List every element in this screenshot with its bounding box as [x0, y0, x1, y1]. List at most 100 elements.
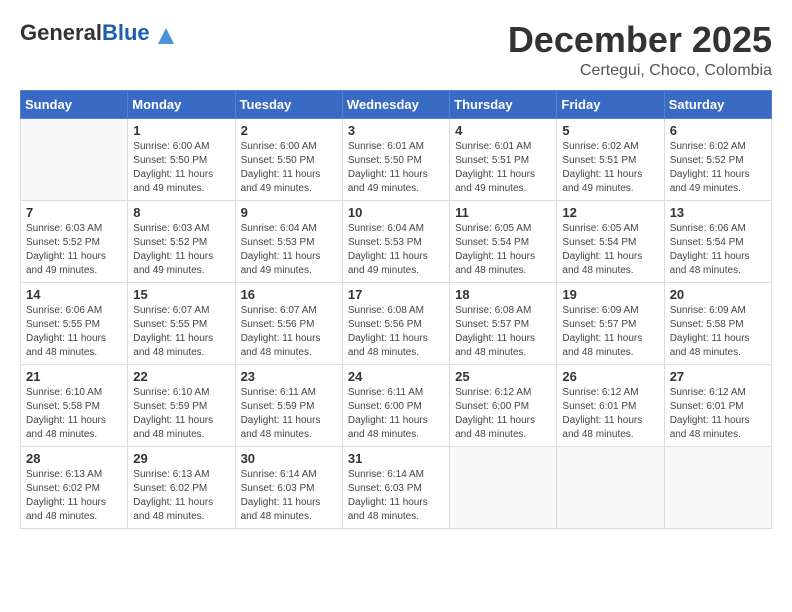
day-info: Sunrise: 6:07 AM Sunset: 5:56 PM Dayligh…	[241, 304, 337, 360]
calendar-cell: 18 Sunrise: 6:08 AM Sunset: 5:57 PM Dayli…	[450, 282, 557, 364]
calendar-cell: 9 Sunrise: 6:04 AM Sunset: 5:53 PM Daylig…	[235, 200, 342, 282]
calendar-cell: 6 Sunrise: 6:02 AM Sunset: 5:52 PM Daylig…	[664, 118, 771, 200]
day-number: 1	[133, 123, 229, 138]
calendar-cell: 26 Sunrise: 6:12 AM Sunset: 6:01 PM Dayli…	[557, 364, 664, 446]
day-info: Sunrise: 6:08 AM Sunset: 5:56 PM Dayligh…	[348, 304, 444, 360]
day-number: 16	[241, 287, 337, 302]
calendar-header-monday: Monday	[128, 90, 235, 118]
calendar-cell: 14 Sunrise: 6:06 AM Sunset: 5:55 PM Dayli…	[21, 282, 128, 364]
day-info: Sunrise: 6:03 AM Sunset: 5:52 PM Dayligh…	[26, 222, 122, 278]
day-info: Sunrise: 6:06 AM Sunset: 5:54 PM Dayligh…	[670, 222, 766, 278]
calendar-cell	[450, 446, 557, 528]
calendar-week-2: 7 Sunrise: 6:03 AM Sunset: 5:52 PM Daylig…	[21, 200, 772, 282]
calendar-cell: 20Sunrise: 6:09 AM Sunset: 5:58 PM Dayli…	[664, 282, 771, 364]
day-number: 3	[348, 123, 444, 138]
calendar-cell: 10 Sunrise: 6:04 AM Sunset: 5:53 PM Dayli…	[342, 200, 449, 282]
calendar-cell: 7 Sunrise: 6:03 AM Sunset: 5:52 PM Daylig…	[21, 200, 128, 282]
day-number: 17	[348, 287, 444, 302]
calendar-cell: 13 Sunrise: 6:06 AM Sunset: 5:54 PM Dayli…	[664, 200, 771, 282]
day-number: 23	[241, 369, 337, 384]
day-number: 10	[348, 205, 444, 220]
day-number: 18	[455, 287, 551, 302]
calendar-cell: 12 Sunrise: 6:05 AM Sunset: 5:54 PM Dayli…	[557, 200, 664, 282]
calendar-cell: 23 Sunrise: 6:11 AM Sunset: 5:59 PM Dayli…	[235, 364, 342, 446]
month-title: December 2025	[508, 20, 772, 60]
day-info: Sunrise: 6:11 AM Sunset: 5:59 PM Dayligh…	[241, 386, 337, 442]
day-info: Sunrise: 6:02 AM Sunset: 5:51 PM Dayligh…	[562, 140, 658, 196]
day-info: Sunrise: 6:12 AM Sunset: 6:01 PM Dayligh…	[670, 386, 766, 442]
calendar-cell: 19 Sunrise: 6:09 AM Sunset: 5:57 PM Dayli…	[557, 282, 664, 364]
day-info: Sunrise: 6:14 AM Sunset: 6:03 PM Dayligh…	[348, 468, 444, 524]
calendar-cell: 29Sunrise: 6:13 AM Sunset: 6:02 PM Dayli…	[128, 446, 235, 528]
day-number: 19	[562, 287, 658, 302]
calendar-cell: 2 Sunrise: 6:00 AM Sunset: 5:50 PM Daylig…	[235, 118, 342, 200]
day-number: 28	[26, 451, 122, 466]
day-info: Sunrise: 6:00 AM Sunset: 5:50 PM Dayligh…	[133, 140, 229, 196]
day-number: 27	[670, 369, 766, 384]
calendar-cell: 3 Sunrise: 6:01 AM Sunset: 5:50 PM Daylig…	[342, 118, 449, 200]
calendar-cell: 28 Sunrise: 6:13 AM Sunset: 6:02 PM Dayli…	[21, 446, 128, 528]
day-info: Sunrise: 6:01 AM Sunset: 5:50 PM Dayligh…	[348, 140, 444, 196]
day-info: Sunrise: 6:08 AM Sunset: 5:57 PM Dayligh…	[455, 304, 551, 360]
calendar-cell	[557, 446, 664, 528]
day-number: 21	[26, 369, 122, 384]
calendar-cell: 15 Sunrise: 6:07 AM Sunset: 5:55 PM Dayli…	[128, 282, 235, 364]
calendar-cell: 27 Sunrise: 6:12 AM Sunset: 6:01 PM Dayli…	[664, 364, 771, 446]
calendar-cell: 30Sunrise: 6:14 AM Sunset: 6:03 PM Dayli…	[235, 446, 342, 528]
logo-icon	[156, 26, 176, 46]
calendar-week-3: 14 Sunrise: 6:06 AM Sunset: 5:55 PM Dayli…	[21, 282, 772, 364]
calendar-cell	[21, 118, 128, 200]
day-number: 31	[348, 451, 444, 466]
day-info: Sunrise: 6:09 AM Sunset: 5:58 PM Dayligh…	[670, 304, 766, 360]
day-info: Sunrise: 6:05 AM Sunset: 5:54 PM Dayligh…	[455, 222, 551, 278]
title-section: December 2025 Certegui, Choco, Colombia	[508, 20, 772, 80]
day-number: 13	[670, 205, 766, 220]
day-info: Sunrise: 6:06 AM Sunset: 5:55 PM Dayligh…	[26, 304, 122, 360]
calendar-cell: 22 Sunrise: 6:10 AM Sunset: 5:59 PM Dayli…	[128, 364, 235, 446]
day-number: 11	[455, 205, 551, 220]
calendar-cell: 31 Sunrise: 6:14 AM Sunset: 6:03 PM Dayli…	[342, 446, 449, 528]
day-info: Sunrise: 6:04 AM Sunset: 5:53 PM Dayligh…	[241, 222, 337, 278]
day-number: 14	[26, 287, 122, 302]
day-number: 9	[241, 205, 337, 220]
logo-general: General	[20, 20, 102, 45]
day-info: Sunrise: 6:10 AM Sunset: 5:59 PM Dayligh…	[133, 386, 229, 442]
calendar-week-1: 1 Sunrise: 6:00 AM Sunset: 5:50 PM Daylig…	[21, 118, 772, 200]
day-info: Sunrise: 6:09 AM Sunset: 5:57 PM Dayligh…	[562, 304, 658, 360]
day-info: Sunrise: 6:07 AM Sunset: 5:55 PM Dayligh…	[133, 304, 229, 360]
calendar-cell: 16 Sunrise: 6:07 AM Sunset: 5:56 PM Dayli…	[235, 282, 342, 364]
calendar-cell: 1 Sunrise: 6:00 AM Sunset: 5:50 PM Daylig…	[128, 118, 235, 200]
calendar-cell	[664, 446, 771, 528]
calendar-header-row: SundayMondayTuesdayWednesdayThursdayFrid…	[21, 90, 772, 118]
day-number: 12	[562, 205, 658, 220]
day-number: 29	[133, 451, 229, 466]
day-number: 22	[133, 369, 229, 384]
calendar-cell: 5Sunrise: 6:02 AM Sunset: 5:51 PM Daylig…	[557, 118, 664, 200]
calendar-cell: 17 Sunrise: 6:08 AM Sunset: 5:56 PM Dayli…	[342, 282, 449, 364]
day-info: Sunrise: 6:00 AM Sunset: 5:50 PM Dayligh…	[241, 140, 337, 196]
day-number: 8	[133, 205, 229, 220]
day-info: Sunrise: 6:05 AM Sunset: 5:54 PM Dayligh…	[562, 222, 658, 278]
calendar-header-thursday: Thursday	[450, 90, 557, 118]
day-info: Sunrise: 6:02 AM Sunset: 5:52 PM Dayligh…	[670, 140, 766, 196]
calendar-cell: 21 Sunrise: 6:10 AM Sunset: 5:58 PM Dayli…	[21, 364, 128, 446]
calendar-header-friday: Friday	[557, 90, 664, 118]
day-info: Sunrise: 6:03 AM Sunset: 5:52 PM Dayligh…	[133, 222, 229, 278]
day-number: 24	[348, 369, 444, 384]
day-info: Sunrise: 6:12 AM Sunset: 6:00 PM Dayligh…	[455, 386, 551, 442]
day-number: 6	[670, 123, 766, 138]
day-info: Sunrise: 6:14 AM Sunset: 6:03 PM Dayligh…	[241, 468, 337, 524]
calendar-table: SundayMondayTuesdayWednesdayThursdayFrid…	[20, 90, 772, 529]
day-info: Sunrise: 6:13 AM Sunset: 6:02 PM Dayligh…	[26, 468, 122, 524]
day-number: 15	[133, 287, 229, 302]
calendar-week-4: 21 Sunrise: 6:10 AM Sunset: 5:58 PM Dayli…	[21, 364, 772, 446]
logo-blue: Blue	[102, 20, 150, 45]
day-info: Sunrise: 6:04 AM Sunset: 5:53 PM Dayligh…	[348, 222, 444, 278]
day-info: Sunrise: 6:12 AM Sunset: 6:01 PM Dayligh…	[562, 386, 658, 442]
day-number: 7	[26, 205, 122, 220]
day-number: 26	[562, 369, 658, 384]
day-info: Sunrise: 6:10 AM Sunset: 5:58 PM Dayligh…	[26, 386, 122, 442]
calendar-header-tuesday: Tuesday	[235, 90, 342, 118]
calendar-header-sunday: Sunday	[21, 90, 128, 118]
day-number: 2	[241, 123, 337, 138]
